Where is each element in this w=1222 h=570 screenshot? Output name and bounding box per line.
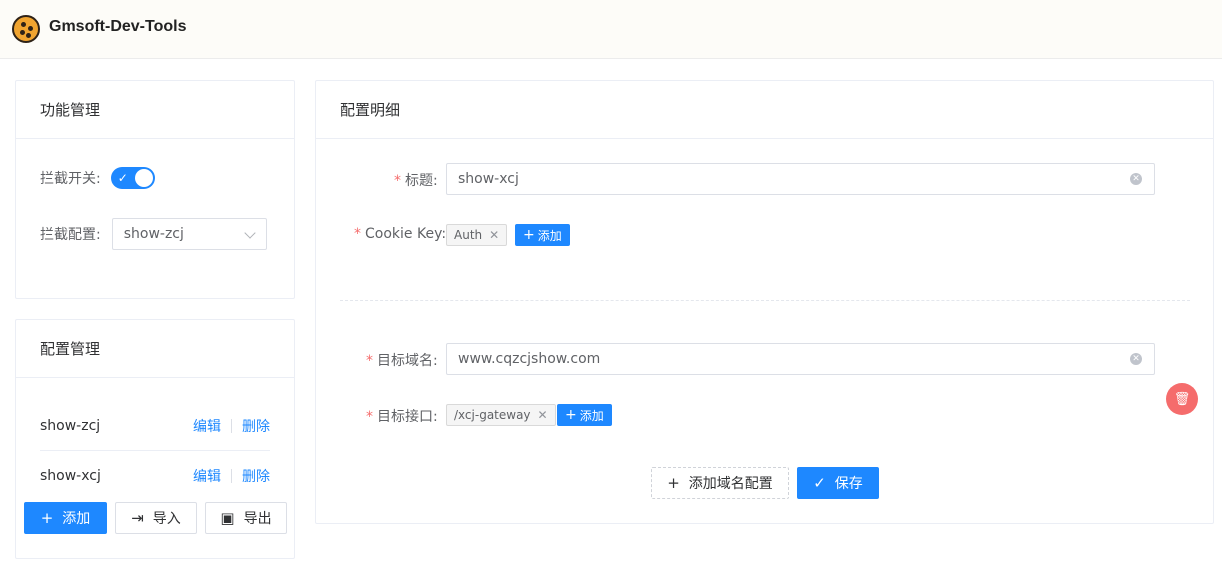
switch-knob <box>134 169 153 187</box>
add-label: 添加 <box>537 228 562 243</box>
cookie-key-label: * Cookie Key: <box>354 226 447 242</box>
divider <box>231 469 232 483</box>
cookie-key-tag: Auth ✕ <box>446 224 508 246</box>
import-label: 导入 <box>152 511 181 527</box>
intercept-config-row: 拦截配置: show-zcj <box>40 218 267 250</box>
config-name: show-xcj <box>40 468 101 484</box>
intercept-switch[interactable]: ✓ <box>110 167 155 189</box>
list-item: show-xcj 编辑 删除 <box>40 451 270 501</box>
add-domain-config-button[interactable]: + 添加域名配置 <box>651 467 789 499</box>
title-input-value: show-xcj <box>458 171 519 187</box>
close-icon[interactable]: ✕ <box>489 228 499 242</box>
add-label: 添加 <box>62 511 91 527</box>
function-management-card: 功能管理 拦截开关: ✓ 拦截配置: show-zcj <box>15 80 295 299</box>
card-title: 配置明细 <box>316 81 1213 139</box>
config-detail-card: 配置明细 * 标题: show-xcj ✕ * Cookie Key: Auth ✕… <box>315 80 1214 524</box>
chevron-down-icon <box>244 227 256 239</box>
save-label: 保存 <box>834 476 863 492</box>
clear-icon[interactable]: ✕ <box>1130 353 1142 365</box>
add-domain-label: 添加域名配置 <box>688 476 773 492</box>
import-icon: ⇥ <box>131 509 144 527</box>
plus-icon: + <box>565 407 577 423</box>
tag-text: Auth <box>454 228 483 242</box>
trash-icon: 🗑 <box>1173 391 1191 407</box>
add-cookie-key-button[interactable]: + 添加 <box>515 224 570 246</box>
card-title: 功能管理 <box>16 81 294 139</box>
app-header: Gmsoft-Dev-Tools <box>0 0 1222 59</box>
intercept-config-label: 拦截配置: <box>40 227 101 243</box>
add-label: 添加 <box>579 408 604 423</box>
export-button[interactable]: ▣ 导出 <box>205 502 287 534</box>
app-title: Gmsoft-Dev-Tools <box>49 18 187 35</box>
plus-icon: + <box>523 227 535 243</box>
add-config-button[interactable]: + 添加 <box>24 502 107 534</box>
config-management-card: 配置管理 show-zcj 编辑 删除 show-xcj 编辑 删除 + 添加 … <box>15 319 295 559</box>
config-name: show-zcj <box>40 417 101 434</box>
edit-link[interactable]: 编辑 <box>193 466 221 486</box>
card-title: 配置管理 <box>16 320 294 378</box>
clear-icon[interactable]: ✕ <box>1130 173 1142 185</box>
add-api-button[interactable]: + 添加 <box>557 404 612 426</box>
delete-link[interactable]: 删除 <box>242 416 270 436</box>
save-icon: ▣ <box>220 509 235 527</box>
select-value: show-zcj <box>123 226 184 242</box>
edit-link[interactable]: 编辑 <box>193 416 221 436</box>
api-tag: /xcj-gateway ✕ <box>446 404 556 426</box>
title-input[interactable]: show-xcj ✕ <box>446 163 1155 195</box>
delete-link[interactable]: 删除 <box>242 466 270 486</box>
intercept-config-select[interactable]: show-zcj <box>111 218 267 250</box>
required-mark: * <box>394 173 401 189</box>
required-mark: * <box>366 409 373 425</box>
intercept-switch-label: 拦截开关: <box>40 171 101 187</box>
required-mark: * <box>354 226 361 242</box>
delete-domain-button[interactable]: 🗑 <box>1166 383 1198 415</box>
required-mark: * <box>366 353 373 369</box>
plus-icon: + <box>40 509 54 527</box>
cookie-logo-icon <box>12 15 40 43</box>
close-icon[interactable]: ✕ <box>538 408 548 422</box>
save-button[interactable]: ✓ 保存 <box>797 467 879 499</box>
intercept-switch-row: 拦截开关: ✓ <box>40 167 155 189</box>
api-field-label: * 目标接口: <box>366 409 438 425</box>
title-field-label: * 标题: <box>394 173 438 189</box>
tag-text: /xcj-gateway <box>454 408 531 422</box>
domain-input-value: www.cqzcjshow.com <box>458 351 601 367</box>
check-icon: ✓ <box>117 171 128 185</box>
check-icon: ✓ <box>813 474 826 492</box>
domain-field-label: * 目标域名: <box>366 353 438 369</box>
import-button[interactable]: ⇥ 导入 <box>115 502 197 534</box>
domain-input[interactable]: www.cqzcjshow.com ✕ <box>446 343 1155 375</box>
export-label: 导出 <box>243 511 272 527</box>
divider <box>231 418 232 433</box>
plus-icon: + <box>667 474 680 492</box>
list-item: show-zcj 编辑 删除 <box>40 401 270 451</box>
section-divider <box>340 300 1190 301</box>
